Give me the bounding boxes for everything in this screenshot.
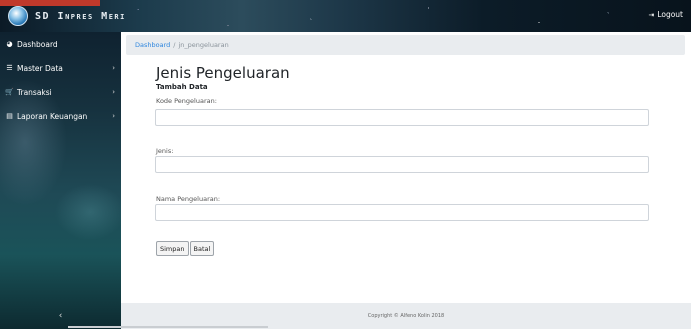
- breadcrumb-current: jn_pengeluaran: [178, 41, 229, 49]
- breadcrumb: Dashboard / jn_pengeluaran: [126, 35, 685, 55]
- jenis-label: Jenis:: [156, 147, 174, 155]
- cart-icon: 🛒: [5, 88, 14, 96]
- report-icon: ▤: [6, 112, 13, 120]
- horizontal-scrollbar[interactable]: [68, 326, 268, 328]
- sidebar-item-master-data[interactable]: ☰ Master Data ›: [0, 56, 121, 80]
- logout-button[interactable]: ⇥ Logout: [648, 10, 683, 19]
- kode-pengeluaran-input[interactable]: [155, 109, 649, 126]
- jenis-input[interactable]: [155, 156, 649, 173]
- sidebar-item-label: Transaksi: [17, 87, 52, 97]
- sidebar-nav: ◕ Dashboard ☰ Master Data › 🛒 Transaksi …: [0, 32, 121, 128]
- sidebar: ◕ Dashboard ☰ Master Data › 🛒 Transaksi …: [0, 32, 121, 329]
- sidebar-item-label: Laporan Keuangan: [17, 111, 88, 121]
- chevron-right-icon: ›: [112, 112, 115, 120]
- sidebar-item-dashboard[interactable]: ◕ Dashboard: [0, 32, 121, 56]
- main-content: Dashboard / jn_pengeluaran Jenis Pengelu…: [121, 32, 691, 303]
- page-title: Jenis Pengeluaran: [156, 64, 290, 82]
- brand[interactable]: SD Inpres Meri: [8, 5, 126, 27]
- kode-pengeluaran-label: Kode Pengeluaran:: [156, 97, 217, 105]
- chevron-right-icon: ›: [112, 88, 115, 96]
- nama-pengeluaran-label: Nama Pengeluaran:: [156, 195, 221, 203]
- sidebar-item-laporan-keuangan[interactable]: ▤ Laporan Keuangan ›: [0, 104, 121, 128]
- sign-out-icon: ⇥: [648, 10, 655, 19]
- breadcrumb-separator: /: [173, 41, 176, 49]
- sidebar-item-label: Master Data: [17, 63, 63, 73]
- form-subtitle: Tambah Data: [156, 83, 208, 91]
- form-actions: Simpan Batal: [156, 241, 215, 256]
- chevron-left-icon: ‹: [58, 311, 63, 321]
- sidebar-item-label: Dashboard: [17, 39, 58, 49]
- save-button[interactable]: Simpan: [156, 241, 189, 256]
- breadcrumb-home-link[interactable]: Dashboard: [135, 41, 170, 49]
- school-logo-icon: [8, 6, 28, 26]
- chevron-right-icon: ›: [112, 64, 115, 72]
- cancel-button[interactable]: Batal: [189, 241, 215, 256]
- copyright-text: Copyright © Alfeno Kolin 2018: [367, 313, 445, 319]
- top-navbar: SD Inpres Meri ⇥ Logout: [0, 0, 691, 32]
- list-icon: ☰: [6, 64, 13, 72]
- nama-pengeluaran-input[interactable]: [155, 204, 649, 221]
- logout-label: Logout: [657, 10, 683, 19]
- dashboard-icon: ◕: [6, 40, 13, 48]
- brand-title: SD Inpres Meri: [35, 10, 126, 22]
- sidebar-item-transaksi[interactable]: 🛒 Transaksi ›: [0, 80, 121, 104]
